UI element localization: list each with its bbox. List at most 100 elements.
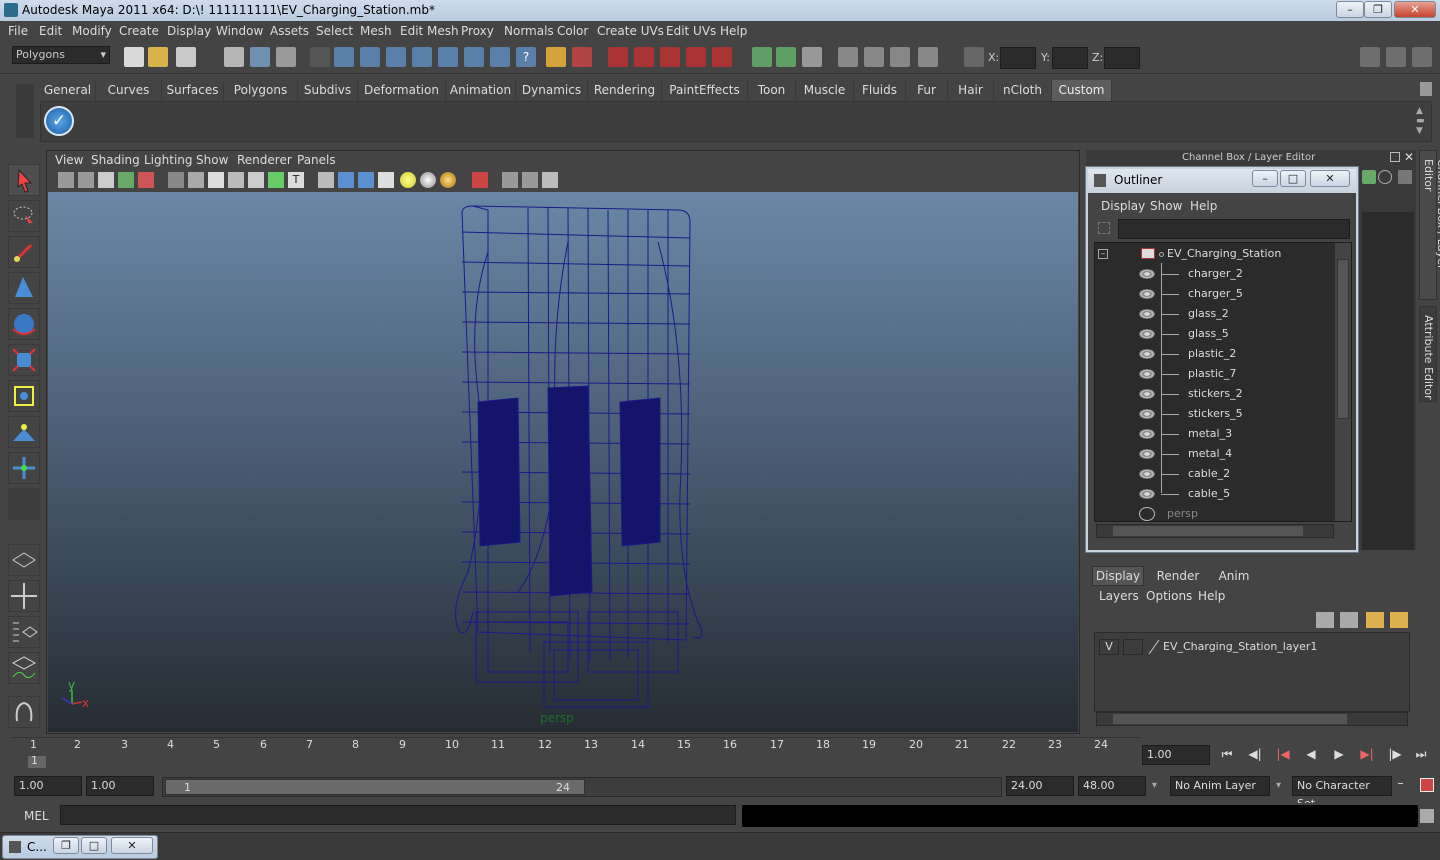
minimize-button[interactable]: – (1336, 1, 1364, 18)
play-backwards-icon[interactable]: ◀ (1300, 747, 1322, 765)
transform-mode-icon[interactable] (964, 47, 984, 67)
snap-grid-icon[interactable] (334, 47, 354, 67)
layer-tab-display[interactable]: Display (1092, 566, 1144, 586)
outliner-search-input[interactable] (1118, 219, 1350, 239)
anim-layer-field[interactable]: No Anim Layer (1170, 776, 1270, 796)
playback-end-field[interactable]: 24.00 (1006, 776, 1074, 796)
channel-speed-icon[interactable] (1378, 170, 1392, 184)
menu-file[interactable]: File (8, 24, 28, 38)
history-icon[interactable] (608, 47, 628, 67)
outliner-item[interactable]: cable_2 (1095, 464, 1335, 484)
menu-normals[interactable]: Normals (504, 24, 554, 38)
tab-hair[interactable]: Hair (948, 80, 994, 101)
xray-components-icon[interactable] (542, 172, 558, 188)
scale-tool-icon[interactable] (8, 344, 40, 376)
outliner-close-button[interactable]: ✕ (1310, 170, 1350, 187)
outliner-item[interactable]: metal_4 (1095, 444, 1335, 464)
menu-help[interactable]: Help (720, 24, 747, 38)
new-scene-icon[interactable] (124, 47, 144, 67)
xray-joints-icon[interactable] (522, 172, 538, 188)
step-forward-frame-icon[interactable]: ▶| (1356, 747, 1378, 765)
preferences-icon[interactable] (1420, 778, 1434, 792)
step-back-frame-icon[interactable]: |◀ (1272, 747, 1294, 765)
input-output-icon[interactable] (752, 47, 772, 67)
film-gate-icon[interactable] (188, 172, 204, 188)
perspective-viewport[interactable]: y x (48, 192, 1078, 732)
menu-assets[interactable]: Assets (270, 24, 309, 38)
current-time-field[interactable]: 1.00 (1142, 745, 1210, 765)
layer-type-toggle[interactable] (1123, 639, 1143, 655)
select-object-icon[interactable] (250, 47, 270, 67)
key-icon[interactable]: ⎯ (1398, 778, 1412, 792)
menu-window[interactable]: Window (216, 24, 263, 38)
tab-rendering[interactable]: Rendering (588, 80, 662, 101)
range-slider-bar[interactable]: 1 24 (165, 779, 585, 795)
render-layers-icon[interactable] (918, 47, 938, 67)
channel-box-toggle-icon[interactable] (1360, 47, 1380, 67)
snap-surface-icon[interactable] (438, 47, 458, 67)
camera-select-icon[interactable] (58, 172, 74, 188)
tab-polygons[interactable]: Polygons (224, 80, 298, 101)
menu-set-selector[interactable]: Polygons ▾ (12, 46, 110, 64)
tab-fluids[interactable]: Fluids (854, 80, 906, 101)
outliner-menu-display[interactable]: Display (1101, 199, 1145, 213)
layer-menu-layers[interactable]: Layers (1099, 589, 1139, 603)
layer-tab-anim[interactable]: Anim (1210, 568, 1258, 586)
save-scene-icon[interactable] (176, 47, 196, 67)
close-button[interactable]: ✕ (1394, 1, 1436, 18)
render-settings-icon[interactable] (712, 47, 732, 67)
viewport-menu-shading[interactable]: Shading (91, 153, 140, 167)
outliner-menu-help[interactable]: Help (1190, 199, 1217, 213)
wireframe-icon[interactable] (318, 172, 334, 188)
connect-icon[interactable] (776, 47, 796, 67)
render-view-icon[interactable] (864, 47, 884, 67)
viewport-menu-view[interactable]: View (55, 153, 83, 167)
end-time-field[interactable]: 48.00 (1078, 776, 1146, 796)
tab-painteffects[interactable]: PaintEffects (662, 80, 748, 101)
channel-pen-icon[interactable] (1398, 170, 1412, 184)
smooth-shade-icon[interactable] (338, 172, 354, 188)
viewport-menu-panels[interactable]: Panels (297, 153, 336, 167)
range-slider-track[interactable]: 1 24 (162, 777, 1002, 797)
tab-surfaces[interactable]: Surfaces (162, 80, 224, 101)
rotate-tool-icon[interactable] (8, 308, 40, 340)
mask-icon[interactable] (310, 47, 330, 67)
last-tool-slot[interactable] (8, 488, 40, 520)
play-forwards-icon[interactable]: ▶ (1328, 747, 1350, 765)
character-set-field[interactable]: No Character Set (1292, 776, 1392, 810)
outliner-menu-show[interactable]: Show (1150, 199, 1182, 213)
layer-visibility-toggle[interactable]: V (1099, 639, 1119, 655)
trash-icon[interactable] (1420, 82, 1432, 96)
time-slider[interactable]: 1 1 2 3 4 5 6 7 8 9 10 11 12 13 14 15 16… (12, 737, 1140, 768)
snap-live-icon[interactable] (490, 47, 510, 67)
ipr-icon[interactable] (686, 47, 706, 67)
menu-color[interactable]: Color (557, 24, 588, 38)
outliner-item[interactable]: stickers_5 (1095, 404, 1335, 424)
resolution-gate-icon[interactable] (208, 172, 224, 188)
textured-icon[interactable] (378, 172, 394, 188)
outliner-item[interactable]: glass_5 (1095, 324, 1335, 344)
close-window-button[interactable]: ✕ (111, 837, 153, 854)
new-layer-selected-icon[interactable] (1390, 612, 1408, 628)
y-field[interactable] (1052, 47, 1088, 69)
attribute-editor-toggle-icon[interactable] (1386, 47, 1406, 67)
four-view-layout-icon[interactable] (8, 580, 40, 612)
checkmark-shelf-icon[interactable]: ✓ (44, 106, 74, 136)
outliner-item[interactable]: charger_2 (1095, 264, 1335, 284)
show-manipulator-tool-icon[interactable] (8, 452, 40, 484)
help-icon[interactable]: ? (516, 47, 536, 67)
go-to-end-icon[interactable]: ⏭ (1410, 747, 1432, 765)
use-all-lights-icon[interactable] (400, 172, 416, 188)
tool-settings-toggle-icon[interactable] (1412, 47, 1432, 67)
side-tab-attribute-editor[interactable]: Attribute Editor (1419, 306, 1437, 402)
snap-vertex-icon[interactable] (464, 47, 484, 67)
outliner-item[interactable]: cable_5 (1095, 484, 1335, 504)
menu-mesh[interactable]: Mesh (360, 24, 392, 38)
graph-editor-layout-icon[interactable] (8, 652, 40, 684)
mel-command-input[interactable] (60, 805, 736, 825)
single-perspective-layout-icon[interactable] (8, 544, 40, 576)
close-panel-icon[interactable]: ✕ (1404, 150, 1414, 164)
outliner-item[interactable]: plastic_7 (1095, 364, 1335, 384)
two-d-pan-icon[interactable] (138, 172, 154, 188)
outliner-filter-icon[interactable] (1098, 222, 1110, 234)
